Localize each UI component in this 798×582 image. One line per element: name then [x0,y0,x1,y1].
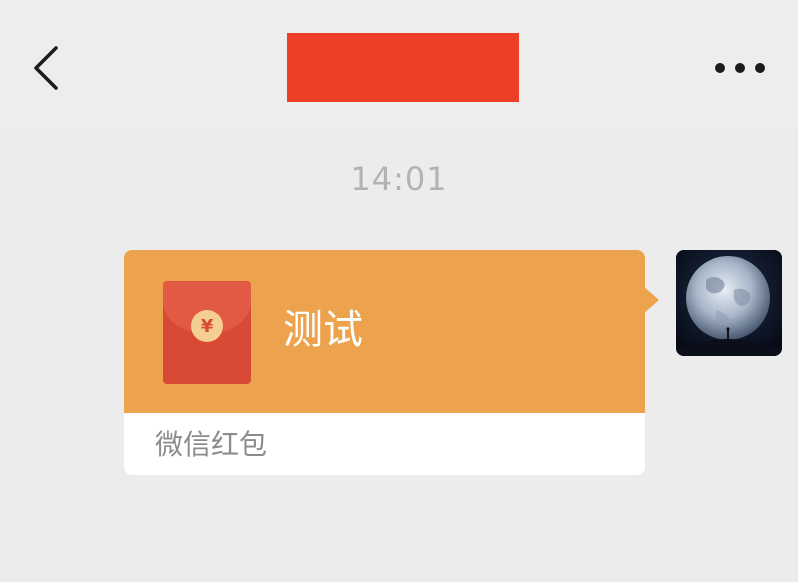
red-packet-title: 测试 [283,307,363,353]
yuan-coin-icon: ¥ [191,310,223,342]
message-row: ¥ 测试 微信红包 [0,0,798,582]
red-packet-message[interactable]: ¥ 测试 微信红包 [124,250,645,475]
avatar-earth-image [676,250,782,356]
red-packet-body: ¥ 测试 [124,250,645,413]
user-avatar[interactable] [676,250,782,356]
red-packet-label: 微信红包 [155,428,268,461]
red-envelope-icon: ¥ [163,281,251,384]
bubble-tail [643,286,659,314]
